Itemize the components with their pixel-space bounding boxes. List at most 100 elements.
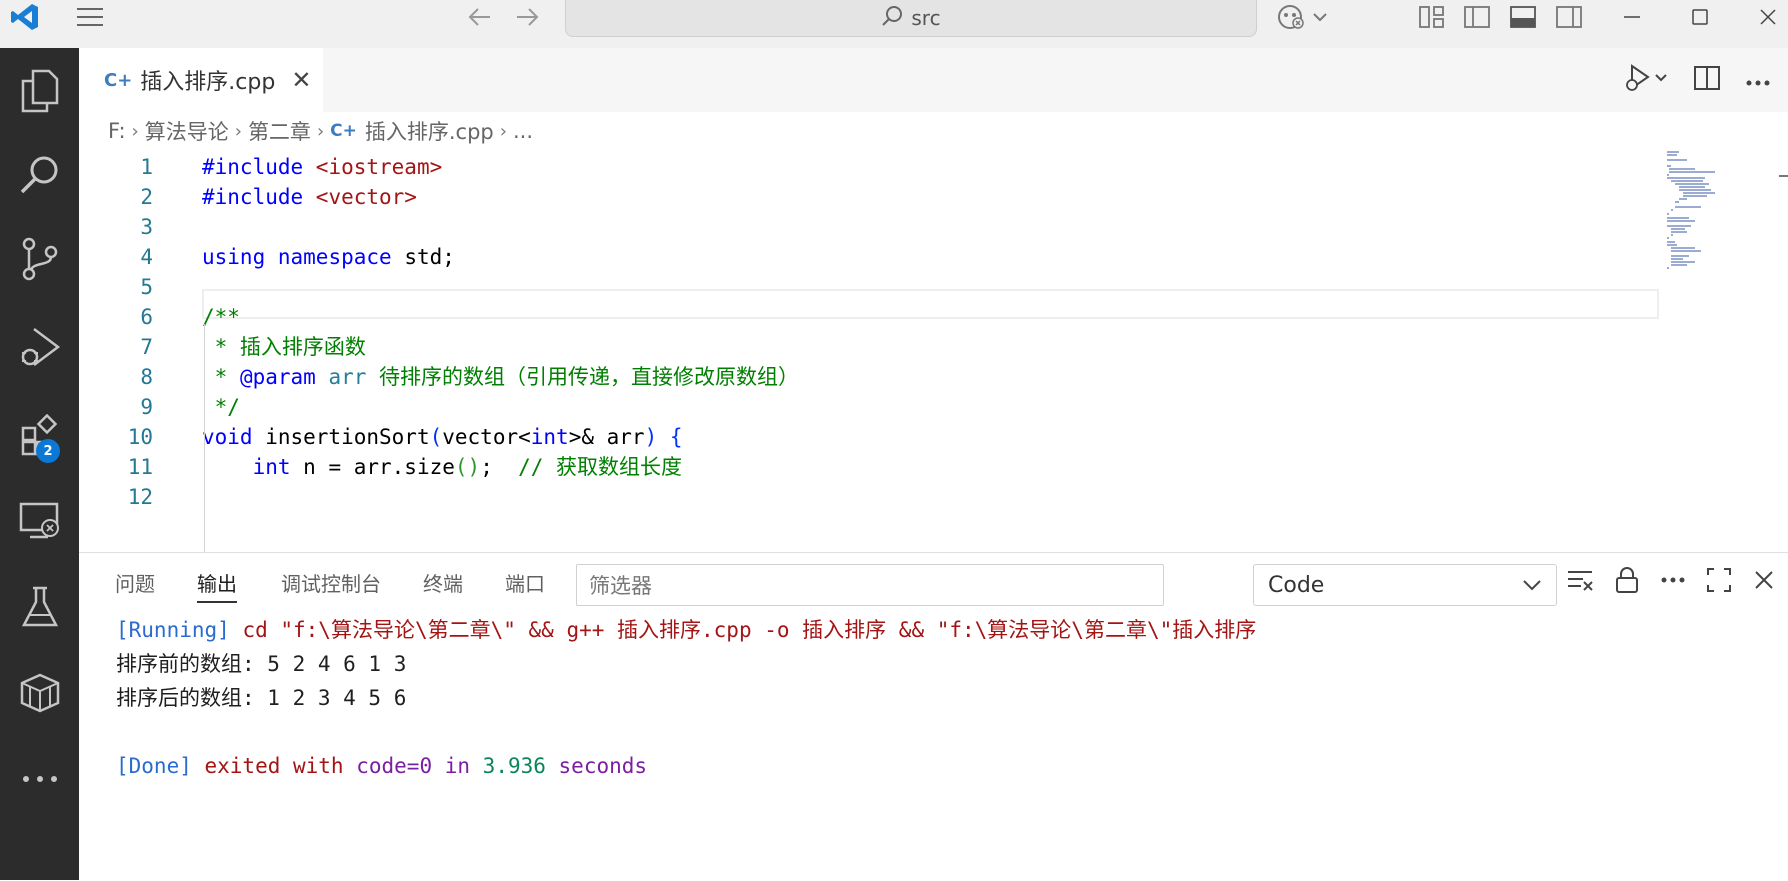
minimap[interactable] [1665,150,1765,270]
remote-explorer-icon[interactable] [0,486,79,556]
lock-scroll-icon[interactable] [1615,567,1639,597]
close-window-icon[interactable] [1748,0,1788,34]
minimize-icon[interactable] [1612,0,1652,34]
code-text: #include <vector> [202,180,417,214]
output-channel-select[interactable]: Code [1253,564,1557,606]
code-line: 10 void insertionSort(vector<int>& arr) { [79,420,1659,454]
done-in: in [432,754,483,778]
back-arrow-icon[interactable] [463,0,497,34]
toggle-primary-sidebar-icon[interactable] [1460,0,1494,34]
code-token: std; [391,245,455,269]
copilot-icon[interactable] [1275,0,1331,34]
code-line: 12 [79,480,1659,514]
line-number: 2 [140,185,153,209]
cpp-file-icon: C+ [330,121,357,141]
breadcrumb-file[interactable]: 插入排序.cpp [365,116,494,146]
output-filter-input[interactable]: 筛选器 [576,564,1164,606]
code-token: int [530,425,569,449]
panel-actions [1567,567,1775,597]
code-token: ; [480,455,519,479]
output-running-line: [Running] cd "f:\算法导论\第二章\" && g++ 插入排序.… [116,615,1256,645]
vscode-logo-icon [8,0,42,34]
line-number: 11 [127,455,153,479]
done-code: code=0 [356,754,433,778]
chevron-down-icon [1522,575,1542,601]
running-command: cd "f:\算法导论\第二章\" && g++ 插入排序.cpp -o 插入排… [229,618,1257,642]
breadcrumb-drive[interactable]: F: [108,119,126,143]
explorer-icon[interactable] [0,56,79,126]
code-text: using namespace std; [202,240,455,274]
search-view-icon[interactable] [0,140,79,210]
code-text: * @param arr 待排序的数组（引用传递，直接修改原数组） [202,360,799,394]
toggle-secondary-sidebar-icon[interactable] [1552,0,1586,34]
code-line: 5 [79,270,1659,304]
breadcrumb-more[interactable]: ... [513,119,533,143]
maximize-panel-icon[interactable] [1707,567,1731,597]
chevron-right-icon: › [234,120,242,142]
more-actions-icon[interactable] [1661,567,1685,597]
code-token: void [202,425,253,449]
code-token: // 获取数组长度 [518,455,683,479]
tab-problems[interactable]: 问题 [115,567,155,601]
code-token: n = arr.size [290,455,455,479]
more-actions-icon[interactable] [1746,71,1770,90]
code-token: #include [202,185,316,209]
code-line: 6 /** [79,300,1659,334]
clear-output-icon[interactable] [1567,567,1593,597]
menu-icon[interactable] [72,0,108,34]
code-line: 3 [79,210,1659,244]
code-text: /** [202,300,240,334]
run-debug-icon[interactable] [0,312,79,382]
breadcrumb-folder-2[interactable]: 第二章 [248,116,311,146]
code-token: using [202,245,266,269]
activity-bar: 2 [0,48,79,880]
code-line: 8 * @param arr 待排序的数组（引用传递，直接修改原数组） [79,360,1659,394]
maximize-icon[interactable] [1680,0,1720,34]
close-tab-icon[interactable]: ✕ [291,66,311,94]
code-line: 2 #include <vector> [79,180,1659,214]
line-number: 12 [127,485,153,509]
code-line: 11 int n = arr.size(); // 获取数组长度 [79,450,1659,484]
editor-tab[interactable]: C+ 插入排序.cpp ✕ [79,48,323,112]
tab-output[interactable]: 输出 [197,567,237,603]
code-token: #include [202,155,316,179]
code-line: 1 #include <iostream> [79,150,1659,184]
bottom-panel: 问题 输出 调试控制台 终端 端口 筛选器 Code [Running] cd … [79,552,1788,881]
tab-label: 插入排序.cpp [140,70,276,95]
done-exited: exited with [191,754,357,778]
breadcrumb-folder-1[interactable]: 算法导论 [145,116,229,146]
close-panel-icon[interactable] [1753,567,1775,597]
testing-icon[interactable] [0,572,79,642]
code-token: ( [429,425,443,449]
run-code-icon[interactable] [1622,63,1668,97]
customize-layout-icon[interactable] [1415,0,1449,34]
tab-ports[interactable]: 端口 [505,567,545,601]
code-token: <vector> [315,185,417,209]
split-editor-icon[interactable] [1694,66,1720,94]
chevron-right-icon: › [131,120,139,142]
tab-terminal[interactable]: 终端 [423,567,463,601]
code-token: >& arr [568,425,645,449]
code-token: <iostream> [315,155,443,179]
tab-debug-console[interactable]: 调试控制台 [281,567,381,601]
command-center-search[interactable]: src [565,0,1257,37]
package-icon[interactable] [0,658,79,728]
done-seconds-value: 3.936 [482,754,546,778]
toggle-panel-icon[interactable] [1506,0,1540,34]
channel-value: Code [1268,572,1325,598]
source-control-icon[interactable] [0,224,79,294]
line-number: 8 [140,365,153,389]
code-editor[interactable]: 1 #include <iostream> 2 #include <vector> 3 4… [79,150,1788,552]
code-token: { [669,425,683,449]
cpp-file-icon: C+ [104,69,133,91]
code-token: () [454,455,481,479]
breadcrumb: F: › 算法导论 › 第二章 › C+ 插入排序.cpp › ... [79,112,1788,150]
code-token: vector< [442,425,531,449]
code-text: #include <iostream> [202,150,442,184]
running-tag: [Running] [116,618,230,642]
code-token: int [252,455,291,479]
extensions-icon[interactable]: 2 [0,400,79,470]
more-views-icon[interactable] [0,744,79,814]
forward-arrow-icon[interactable] [510,0,544,34]
scrollbar-marker [1779,175,1788,177]
